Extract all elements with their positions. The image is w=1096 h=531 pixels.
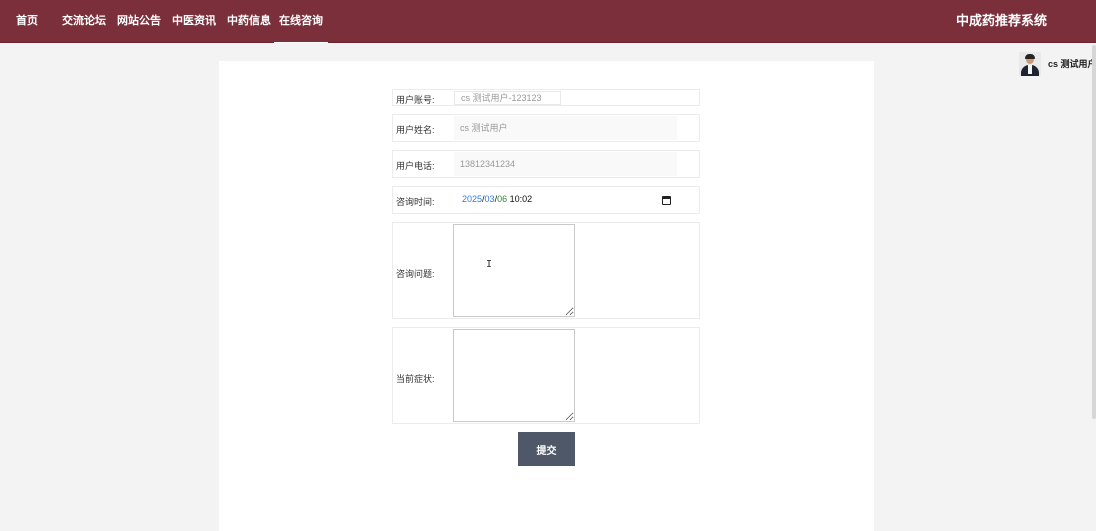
date-day: 06 [497,194,508,204]
user-name: cs 测试用户 [1048,59,1096,69]
symptom-textarea[interactable] [453,329,575,422]
avatar [1019,52,1041,76]
row-time: 咨询时间: 2025/03/06 10:02 [392,186,700,214]
account-field[interactable]: cs 测试用户-123123 [454,91,561,105]
nav-item-forum[interactable]: 交流论坛 [62,0,106,43]
row-symptom: 当前症状: [392,327,700,424]
name-field[interactable]: cs 测试用户 [454,116,677,140]
date-month: 03 [484,194,495,204]
nav-item-announcements[interactable]: 网站公告 [117,0,161,43]
date-year: 2025 [462,194,483,204]
page-scrollbar[interactable] [1092,43,1096,531]
time-value: 10:02 [509,194,533,204]
label-name: 用户姓名: [396,125,435,135]
top-navbar: 首页 交流论坛 网站公告 中医资讯 中药信息 在线咨询 中成药推荐系统 [0,0,1096,43]
label-time: 咨询时间: [396,197,435,207]
row-account: 用户账号: cs 测试用户-123123 [392,89,700,106]
submit-button[interactable]: 提交 [518,432,575,466]
nav-item-home[interactable]: 首页 [16,0,38,43]
nav-item-tcm-news[interactable]: 中医资讯 [172,0,216,43]
label-account: 用户账号: [396,95,435,105]
calendar-icon[interactable] [662,196,671,205]
label-question: 咨询问题: [396,269,435,279]
phone-field[interactable]: 13812341234 [454,152,677,176]
site-title: 中成药推荐系统 [956,13,1048,28]
nav-item-online-consult[interactable]: 在线咨询 [274,0,328,43]
label-phone: 用户电话: [396,161,435,171]
label-symptom: 当前症状: [396,374,435,384]
row-phone: 用户电话: 13812341234 [392,150,700,178]
consult-panel: 用户账号: cs 测试用户-123123 用户姓名: cs 测试用户 用户电话:… [219,61,874,531]
datetime-input[interactable]: 2025/03/06 10:02 [454,194,676,208]
scrollbar-thumb[interactable] [1092,45,1096,419]
text-cursor-icon: Ι [486,259,493,270]
row-name: 用户姓名: cs 测试用户 [392,114,700,142]
question-textarea[interactable] [453,224,575,317]
row-question: 咨询问题: Ι [392,222,700,319]
nav-item-medicine-info[interactable]: 中药信息 [227,0,271,43]
